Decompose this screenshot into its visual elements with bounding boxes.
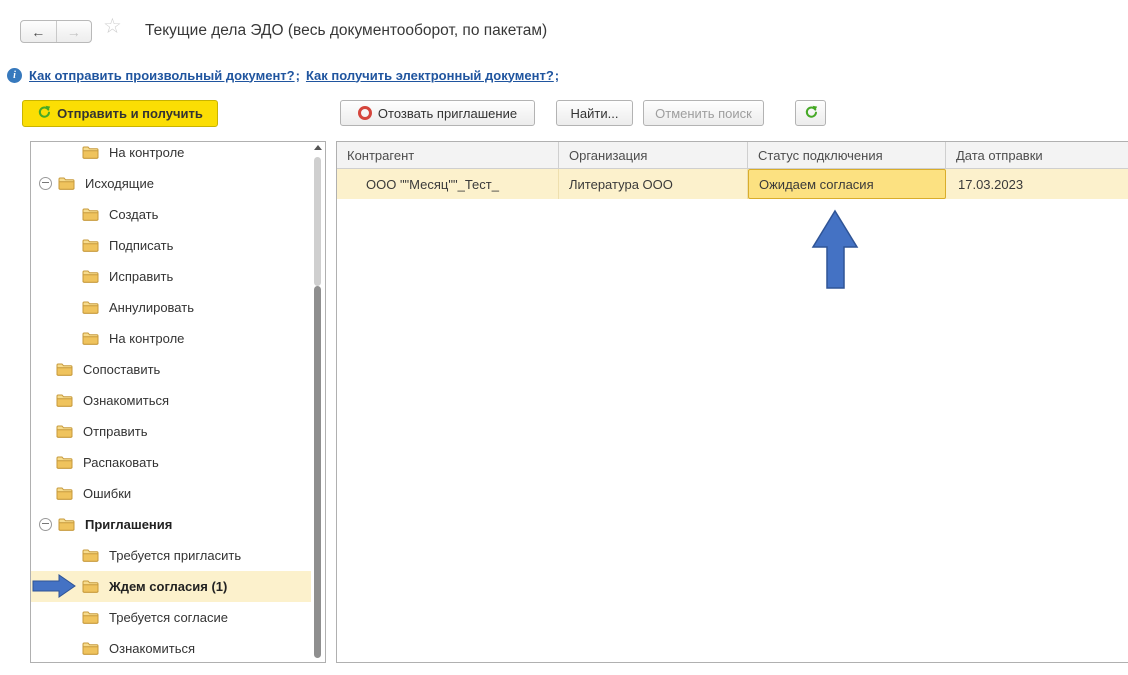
column-header[interactable]: Организация (559, 142, 748, 168)
connection-status-cell[interactable]: Ожидаем согласия (748, 169, 946, 199)
contractor-cell[interactable]: ООО ""Месяц""_Тест_ (337, 169, 559, 199)
forward-arrow-icon: → (67, 24, 81, 40)
tree-item-label: Подписать (109, 238, 173, 253)
tree-item-label: На контроле (109, 145, 184, 160)
folder-icon (56, 456, 73, 469)
folder-tree-panel: На контроле Исходящие Создать Подписать … (30, 141, 326, 663)
folder-icon (58, 518, 75, 531)
tree-item[interactable]: Отправить (31, 416, 311, 447)
scrollbar-track[interactable] (314, 157, 321, 286)
folder-icon (82, 332, 99, 345)
tree-item[interactable]: Ознакомиться (31, 385, 311, 416)
send-and-receive-button[interactable]: Отправить и получить (22, 100, 218, 127)
tree-item[interactable]: Аннулировать (31, 292, 311, 323)
history-nav: ← → (20, 20, 92, 43)
send-and-receive-label: Отправить и получить (57, 106, 203, 121)
folder-icon (56, 487, 73, 500)
back-arrow-icon: ← (31, 24, 45, 40)
refresh-icon (37, 105, 51, 119)
table-row[interactable]: ООО ""Месяц""_Тест_Литература ООООжидаем… (337, 169, 1128, 199)
help-link-send-document[interactable]: Как отправить произвольный документ? (29, 68, 295, 83)
find-label: Найти... (571, 106, 619, 121)
column-header[interactable]: Контрагент (337, 142, 559, 168)
folder-icon (82, 270, 99, 283)
tree-item-label: Распаковать (83, 455, 159, 470)
folder-icon (56, 425, 73, 438)
edo-current-affairs-window: ← → ☆ Текущие дела ЭДО (весь документооб… (0, 0, 1128, 675)
tree-item-label: Сопоставить (83, 362, 160, 377)
back-button[interactable]: ← (21, 21, 56, 42)
table-body: ООО ""Месяц""_Тест_Литература ООООжидаем… (337, 169, 1128, 199)
refresh-icon-slot (804, 105, 818, 122)
tree-item-label: Исправить (109, 269, 173, 284)
tree-item-label: Требуется согласие (109, 610, 228, 625)
tree-item-label: Ошибки (83, 486, 131, 501)
table-header: КонтрагентОрганизацияСтатус подключенияД… (337, 142, 1128, 169)
folder-icon (82, 549, 99, 562)
separator: ; (296, 68, 300, 83)
folder-tree: На контроле Исходящие Создать Подписать … (31, 141, 325, 663)
tree-item-label: Ждем согласия (1) (109, 579, 227, 594)
tree-item-label: На контроле (109, 331, 184, 346)
tree-item[interactable]: Создать (31, 199, 311, 230)
revoke-invitation-button[interactable]: Отозвать приглашение (340, 100, 535, 126)
info-icon: i (7, 68, 22, 83)
cancel-search-button[interactable]: Отменить поиск (643, 100, 764, 126)
folder-icon (58, 177, 75, 190)
refresh-icon (804, 105, 818, 119)
tree-item[interactable]: На контроле (31, 141, 311, 168)
help-link-receive-document[interactable]: Как получить электронный документ? (306, 68, 554, 83)
tree-item-label: Исходящие (85, 176, 154, 191)
tree-item-label: Отправить (83, 424, 147, 439)
separator: ; (555, 68, 559, 83)
collapse-minus-icon[interactable] (39, 177, 52, 190)
cancel-search-label: Отменить поиск (655, 106, 752, 121)
tree-item-label: Ознакомиться (109, 641, 195, 656)
folder-icon (56, 394, 73, 407)
tree-item[interactable]: Сопоставить (31, 354, 311, 385)
tree-item[interactable]: Исходящие (31, 168, 311, 199)
tree-item[interactable]: Требуется пригласить (31, 540, 311, 571)
folder-icon (82, 611, 99, 624)
refresh-list-button[interactable] (795, 100, 826, 126)
find-button[interactable]: Найти... (556, 100, 633, 126)
folder-icon (82, 146, 99, 159)
tree-scrollbar[interactable] (313, 142, 322, 662)
tree-item-label: Требуется пригласить (109, 548, 241, 563)
revoke-icon (358, 106, 372, 120)
column-header[interactable]: Дата отправки (946, 142, 1128, 168)
tree-item[interactable]: Подписать (31, 230, 311, 261)
tree-item[interactable]: Приглашения (31, 509, 311, 540)
scroll-up-icon[interactable] (314, 145, 322, 150)
collapse-minus-icon[interactable] (39, 518, 52, 531)
folder-icon (82, 580, 99, 593)
organization-cell[interactable]: Литература ООО (559, 169, 748, 199)
tree-item-label: Аннулировать (109, 300, 194, 315)
tree-item[interactable]: Ждем согласия (1) (31, 571, 311, 602)
refresh-icon-slot (37, 105, 51, 122)
tree-item[interactable]: Ознакомиться (31, 633, 311, 663)
revoke-invitation-label: Отозвать приглашение (378, 106, 517, 121)
tree-item[interactable]: Распаковать (31, 447, 311, 478)
tree-item[interactable]: Ошибки (31, 478, 311, 509)
help-line: i Как отправить произвольный документ?; … (7, 66, 565, 84)
tree-item-label: Ознакомиться (83, 393, 169, 408)
forward-button[interactable]: → (56, 21, 92, 42)
folder-icon (82, 239, 99, 252)
folder-icon (56, 363, 73, 376)
tree-item[interactable]: На контроле (31, 323, 311, 354)
scrollbar-thumb[interactable] (314, 286, 321, 658)
tree-item-label: Создать (109, 207, 158, 222)
tree-item[interactable]: Требуется согласие (31, 602, 311, 633)
tree-item[interactable]: Исправить (31, 261, 311, 292)
send-date-cell[interactable]: 17.03.2023 (946, 169, 1128, 199)
folder-icon (82, 208, 99, 221)
folder-icon (82, 301, 99, 314)
page-title: Текущие дела ЭДО (весь документооборот, … (145, 19, 547, 43)
favorite-star-icon[interactable]: ☆ (103, 15, 122, 39)
documents-table-panel: КонтрагентОрганизацияСтатус подключенияД… (336, 141, 1128, 663)
folder-icon (82, 642, 99, 655)
tree-item-label: Приглашения (85, 517, 172, 532)
column-header[interactable]: Статус подключения (748, 142, 946, 168)
